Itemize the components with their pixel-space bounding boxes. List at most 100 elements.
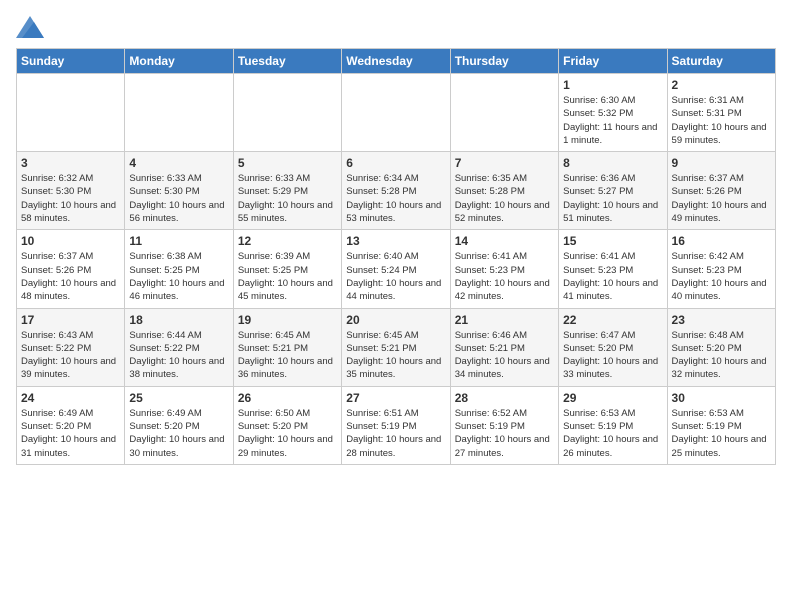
calendar-cell: 24 Sunrise: 6:49 AM Sunset: 5:20 PM Dayli… xyxy=(17,386,125,464)
day-number: 22 xyxy=(563,313,662,327)
day-number: 26 xyxy=(238,391,337,405)
day-number: 10 xyxy=(21,234,120,248)
calendar-cell: 7 Sunrise: 6:35 AM Sunset: 5:28 PM Daylig… xyxy=(450,152,558,230)
calendar-table: SundayMondayTuesdayWednesdayThursdayFrid… xyxy=(16,48,776,465)
day-info: Sunrise: 6:48 AM Sunset: 5:20 PM Dayligh… xyxy=(672,329,771,382)
weekday-header-thursday: Thursday xyxy=(450,49,558,74)
day-number: 16 xyxy=(672,234,771,248)
weekday-header-tuesday: Tuesday xyxy=(233,49,341,74)
day-info: Sunrise: 6:41 AM Sunset: 5:23 PM Dayligh… xyxy=(563,250,662,303)
day-info: Sunrise: 6:39 AM Sunset: 5:25 PM Dayligh… xyxy=(238,250,337,303)
day-info: Sunrise: 6:44 AM Sunset: 5:22 PM Dayligh… xyxy=(129,329,228,382)
day-info: Sunrise: 6:51 AM Sunset: 5:19 PM Dayligh… xyxy=(346,407,445,460)
day-number: 8 xyxy=(563,156,662,170)
calendar-cell: 10 Sunrise: 6:37 AM Sunset: 5:26 PM Dayli… xyxy=(17,230,125,308)
calendar-week-5: 24 Sunrise: 6:49 AM Sunset: 5:20 PM Dayli… xyxy=(17,386,776,464)
calendar-cell xyxy=(233,74,341,152)
day-info: Sunrise: 6:40 AM Sunset: 5:24 PM Dayligh… xyxy=(346,250,445,303)
logo-icon xyxy=(16,16,44,38)
day-info: Sunrise: 6:42 AM Sunset: 5:23 PM Dayligh… xyxy=(672,250,771,303)
calendar-cell: 14 Sunrise: 6:41 AM Sunset: 5:23 PM Dayli… xyxy=(450,230,558,308)
day-info: Sunrise: 6:37 AM Sunset: 5:26 PM Dayligh… xyxy=(672,172,771,225)
calendar-cell: 9 Sunrise: 6:37 AM Sunset: 5:26 PM Daylig… xyxy=(667,152,775,230)
day-number: 25 xyxy=(129,391,228,405)
day-number: 14 xyxy=(455,234,554,248)
weekday-header-monday: Monday xyxy=(125,49,233,74)
day-info: Sunrise: 6:31 AM Sunset: 5:31 PM Dayligh… xyxy=(672,94,771,147)
weekday-header-friday: Friday xyxy=(559,49,667,74)
day-number: 30 xyxy=(672,391,771,405)
day-number: 3 xyxy=(21,156,120,170)
day-info: Sunrise: 6:32 AM Sunset: 5:30 PM Dayligh… xyxy=(21,172,120,225)
calendar-cell: 19Sunrise: 6:45 AM Sunset: 5:21 PM Dayli… xyxy=(233,308,341,386)
calendar-cell: 26 Sunrise: 6:50 AM Sunset: 5:20 PM Dayli… xyxy=(233,386,341,464)
day-number: 1 xyxy=(563,78,662,92)
day-info: Sunrise: 6:38 AM Sunset: 5:25 PM Dayligh… xyxy=(129,250,228,303)
day-info: Sunrise: 6:49 AM Sunset: 5:20 PM Dayligh… xyxy=(129,407,228,460)
day-number: 24 xyxy=(21,391,120,405)
calendar-cell: 1 Sunrise: 6:30 AM Sunset: 5:32 PM Daylig… xyxy=(559,74,667,152)
calendar-cell: 30 Sunrise: 6:53 AM Sunset: 5:19 PM Dayli… xyxy=(667,386,775,464)
day-number: 6 xyxy=(346,156,445,170)
day-info: Sunrise: 6:46 AM Sunset: 5:21 PM Dayligh… xyxy=(455,329,554,382)
day-info: Sunrise: 6:41 AM Sunset: 5:23 PM Dayligh… xyxy=(455,250,554,303)
calendar-cell: 28 Sunrise: 6:52 AM Sunset: 5:19 PM Dayli… xyxy=(450,386,558,464)
day-number: 12 xyxy=(238,234,337,248)
calendar-cell: 29 Sunrise: 6:53 AM Sunset: 5:19 PM Dayli… xyxy=(559,386,667,464)
calendar-header-row: SundayMondayTuesdayWednesdayThursdayFrid… xyxy=(17,49,776,74)
weekday-header-sunday: Sunday xyxy=(17,49,125,74)
weekday-header-wednesday: Wednesday xyxy=(342,49,450,74)
day-number: 2 xyxy=(672,78,771,92)
day-info: Sunrise: 6:52 AM Sunset: 5:19 PM Dayligh… xyxy=(455,407,554,460)
day-number: 28 xyxy=(455,391,554,405)
day-info: Sunrise: 6:33 AM Sunset: 5:30 PM Dayligh… xyxy=(129,172,228,225)
day-number: 4 xyxy=(129,156,228,170)
calendar-cell: 13Sunrise: 6:40 AM Sunset: 5:24 PM Dayli… xyxy=(342,230,450,308)
day-info: Sunrise: 6:33 AM Sunset: 5:29 PM Dayligh… xyxy=(238,172,337,225)
day-number: 18 xyxy=(129,313,228,327)
day-number: 15 xyxy=(563,234,662,248)
calendar-cell xyxy=(450,74,558,152)
calendar-cell: 22 Sunrise: 6:47 AM Sunset: 5:20 PM Dayli… xyxy=(559,308,667,386)
day-info: Sunrise: 6:45 AM Sunset: 5:21 PM Dayligh… xyxy=(346,329,445,382)
calendar-cell: 12 Sunrise: 6:39 AM Sunset: 5:25 PM Dayli… xyxy=(233,230,341,308)
calendar-week-1: 1 Sunrise: 6:30 AM Sunset: 5:32 PM Daylig… xyxy=(17,74,776,152)
day-number: 27 xyxy=(346,391,445,405)
day-info: Sunrise: 6:53 AM Sunset: 5:19 PM Dayligh… xyxy=(672,407,771,460)
day-info: Sunrise: 6:47 AM Sunset: 5:20 PM Dayligh… xyxy=(563,329,662,382)
calendar-cell: 4 Sunrise: 6:33 AM Sunset: 5:30 PM Daylig… xyxy=(125,152,233,230)
calendar-cell: 27 Sunrise: 6:51 AM Sunset: 5:19 PM Dayli… xyxy=(342,386,450,464)
day-number: 17 xyxy=(21,313,120,327)
calendar-cell: 23 Sunrise: 6:48 AM Sunset: 5:20 PM Dayli… xyxy=(667,308,775,386)
day-number: 29 xyxy=(563,391,662,405)
day-number: 23 xyxy=(672,313,771,327)
day-number: 11 xyxy=(129,234,228,248)
calendar-cell: 3 Sunrise: 6:32 AM Sunset: 5:30 PM Daylig… xyxy=(17,152,125,230)
calendar-cell: 8 Sunrise: 6:36 AM Sunset: 5:27 PM Daylig… xyxy=(559,152,667,230)
day-info: Sunrise: 6:45 AM Sunset: 5:21 PM Dayligh… xyxy=(238,329,337,382)
day-info: Sunrise: 6:36 AM Sunset: 5:27 PM Dayligh… xyxy=(563,172,662,225)
day-info: Sunrise: 6:53 AM Sunset: 5:19 PM Dayligh… xyxy=(563,407,662,460)
day-info: Sunrise: 6:50 AM Sunset: 5:20 PM Dayligh… xyxy=(238,407,337,460)
day-info: Sunrise: 6:37 AM Sunset: 5:26 PM Dayligh… xyxy=(21,250,120,303)
day-info: Sunrise: 6:30 AM Sunset: 5:32 PM Dayligh… xyxy=(563,94,662,147)
day-info: Sunrise: 6:43 AM Sunset: 5:22 PM Dayligh… xyxy=(21,329,120,382)
calendar-cell: 17 Sunrise: 6:43 AM Sunset: 5:22 PM Dayli… xyxy=(17,308,125,386)
calendar-cell xyxy=(17,74,125,152)
day-number: 5 xyxy=(238,156,337,170)
calendar-week-4: 17 Sunrise: 6:43 AM Sunset: 5:22 PM Dayli… xyxy=(17,308,776,386)
logo xyxy=(16,16,48,38)
day-info: Sunrise: 6:49 AM Sunset: 5:20 PM Dayligh… xyxy=(21,407,120,460)
day-info: Sunrise: 6:35 AM Sunset: 5:28 PM Dayligh… xyxy=(455,172,554,225)
calendar-cell xyxy=(342,74,450,152)
calendar-cell: 21 Sunrise: 6:46 AM Sunset: 5:21 PM Dayli… xyxy=(450,308,558,386)
day-number: 21 xyxy=(455,313,554,327)
calendar-week-2: 3 Sunrise: 6:32 AM Sunset: 5:30 PM Daylig… xyxy=(17,152,776,230)
day-number: 7 xyxy=(455,156,554,170)
calendar-cell: 15 Sunrise: 6:41 AM Sunset: 5:23 PM Dayli… xyxy=(559,230,667,308)
page-header xyxy=(16,16,776,38)
calendar-cell: 6 Sunrise: 6:34 AM Sunset: 5:28 PM Daylig… xyxy=(342,152,450,230)
day-info: Sunrise: 6:34 AM Sunset: 5:28 PM Dayligh… xyxy=(346,172,445,225)
day-number: 20 xyxy=(346,313,445,327)
day-number: 9 xyxy=(672,156,771,170)
